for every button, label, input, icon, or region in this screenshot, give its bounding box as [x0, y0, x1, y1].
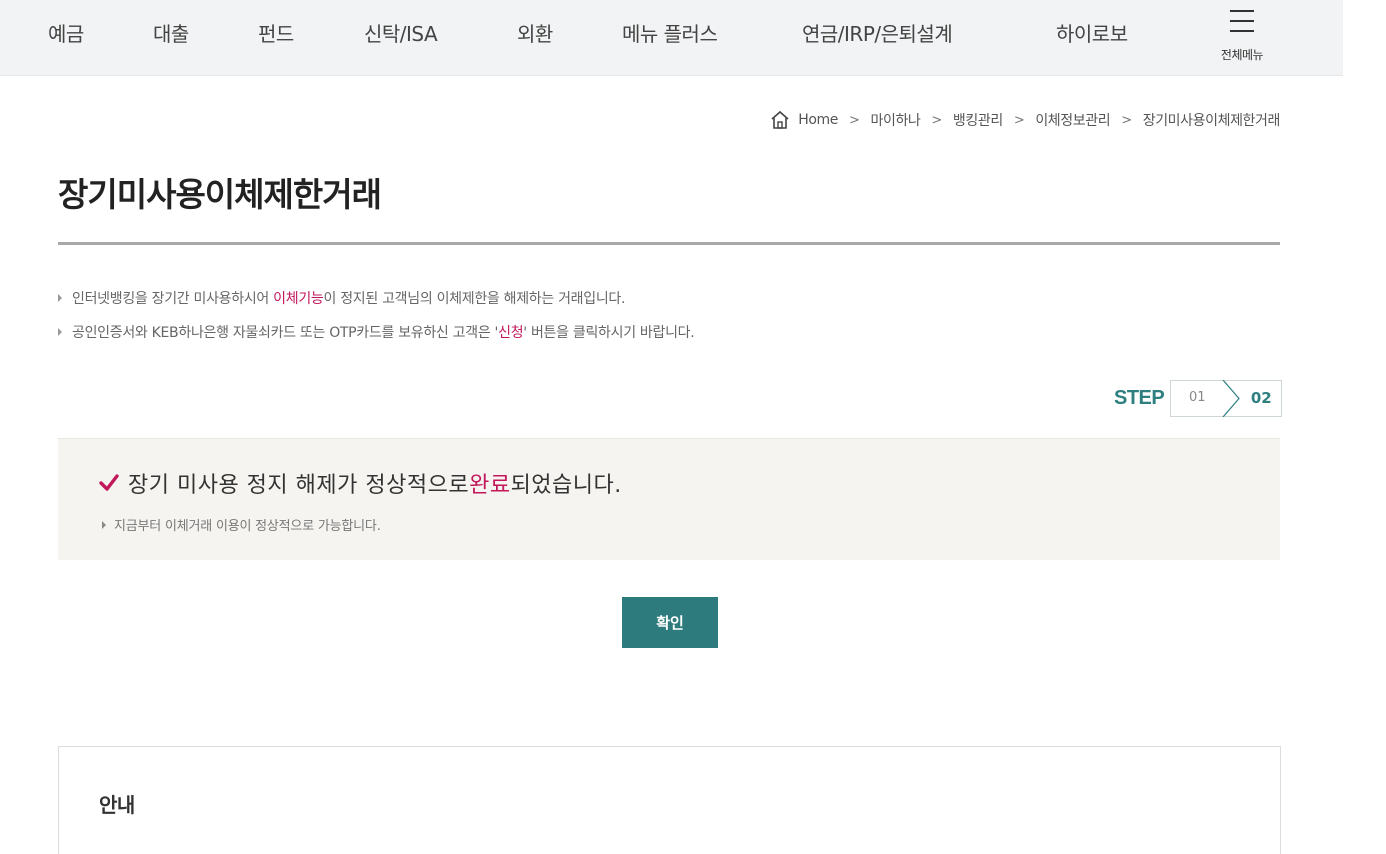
- guide-title: 안내: [99, 793, 135, 817]
- step-01: 01: [1188, 390, 1206, 405]
- breadcrumb: Home > 마이하나 > 뱅킹관리 > 이체정보관리 > 장기미사용이체제한거…: [770, 108, 1280, 132]
- nav-item-menu-plus[interactable]: 메뉴 플러스: [622, 18, 718, 47]
- nav-item-trust-isa[interactable]: 신탁/ISA: [364, 18, 438, 47]
- home-icon[interactable]: [770, 110, 790, 130]
- breadcrumb-my-hana[interactable]: 마이하나: [870, 110, 920, 130]
- nav-item-fund[interactable]: 펀드: [258, 18, 294, 47]
- notice-2-text-after: ' 버튼을 클릭하시기 바랍니다.: [523, 325, 695, 341]
- bullet-triangle-icon: [102, 521, 106, 529]
- breadcrumb-transfer-info[interactable]: 이체정보관리: [1035, 110, 1110, 130]
- notice-line-2: 공인인증서와 KEB하나은행 자물쇠카드 또는 OTP카드를 보유하신 고객은 …: [58, 322, 695, 342]
- nav-item-pension[interactable]: 연금/IRP/은퇴설계: [802, 18, 953, 47]
- step-indicator: STEP 01 02: [1114, 380, 1283, 417]
- hamburger-icon: [1230, 10, 1254, 32]
- chevron-right-icon: [1222, 380, 1241, 417]
- breadcrumb-banking-management[interactable]: 뱅킹관리: [953, 110, 1003, 130]
- result-message-before: 장기 미사용 정지 해제가 정상적으로: [128, 473, 470, 498]
- page-title: 장기미사용이체제한거래: [58, 175, 382, 214]
- result-sub-content: 지금부터 이체거래 이용이 정상적으로 가능합니다.: [114, 519, 381, 534]
- global-nav: 예금 대출 펀드 신탁/ISA 외환 메뉴 플러스 연금/IRP/은퇴설계 하이…: [0, 0, 1343, 76]
- result-message: 장기 미사용 정지 해제가 정상적으로 완료 되었습니다.: [98, 467, 622, 499]
- step-label: STEP: [1114, 387, 1165, 409]
- notice-2-text-before: 공인인증서와 KEB하나은행 자물쇠카드 또는 OTP카드를 보유하신 고객은 …: [72, 325, 499, 341]
- nav-item-deposit[interactable]: 예금: [48, 18, 84, 47]
- notice-1-highlight: 이체기능: [273, 291, 324, 307]
- notice-1-text-after: 이 정지된 고객님의 이체제한을 해제하는 거래입니다.: [323, 291, 626, 307]
- breadcrumb-separator: >: [1013, 112, 1025, 128]
- all-menu-label: 전체메뉴: [1220, 48, 1264, 62]
- confirm-button[interactable]: 확인: [622, 597, 718, 648]
- guide-box: 안내: [58, 746, 1281, 854]
- nav-item-hi-robo[interactable]: 하이로보: [1056, 18, 1128, 47]
- result-message-highlight: 완료: [469, 473, 511, 498]
- breadcrumb-current[interactable]: 장기미사용이체제한거래: [1143, 110, 1281, 130]
- result-message-after: 되었습니다.: [510, 473, 622, 498]
- result-panel: 장기 미사용 정지 해제가 정상적으로 완료 되었습니다. 지금부터 이체거래 이…: [58, 438, 1280, 560]
- bullet-triangle-icon: [58, 294, 62, 302]
- step-box: 01 02: [1170, 380, 1283, 417]
- check-icon: [99, 474, 119, 491]
- title-divider: [58, 242, 1280, 245]
- breadcrumb-separator: >: [931, 112, 942, 128]
- breadcrumb-home[interactable]: Home: [798, 112, 838, 128]
- nav-item-loan[interactable]: 대출: [153, 18, 189, 47]
- notice-line-1: 인터넷뱅킹을 장기간 미사용하시어 이체기능이 정지된 고객님의 이체제한을 해…: [58, 288, 625, 308]
- bullet-triangle-icon: [58, 328, 62, 336]
- notice-2-highlight: 신청: [498, 325, 524, 341]
- breadcrumb-separator: >: [848, 112, 860, 128]
- nav-item-foreign-exchange[interactable]: 외환: [517, 18, 553, 47]
- step-02-current: 02: [1250, 389, 1272, 407]
- result-sub-text: 지금부터 이체거래 이용이 정상적으로 가능합니다.: [102, 515, 381, 534]
- notice-1-text-before: 인터넷뱅킹을 장기간 미사용하시어: [72, 291, 274, 307]
- all-menu-button[interactable]: 전체메뉴: [1214, 8, 1270, 68]
- breadcrumb-separator: >: [1121, 112, 1132, 128]
